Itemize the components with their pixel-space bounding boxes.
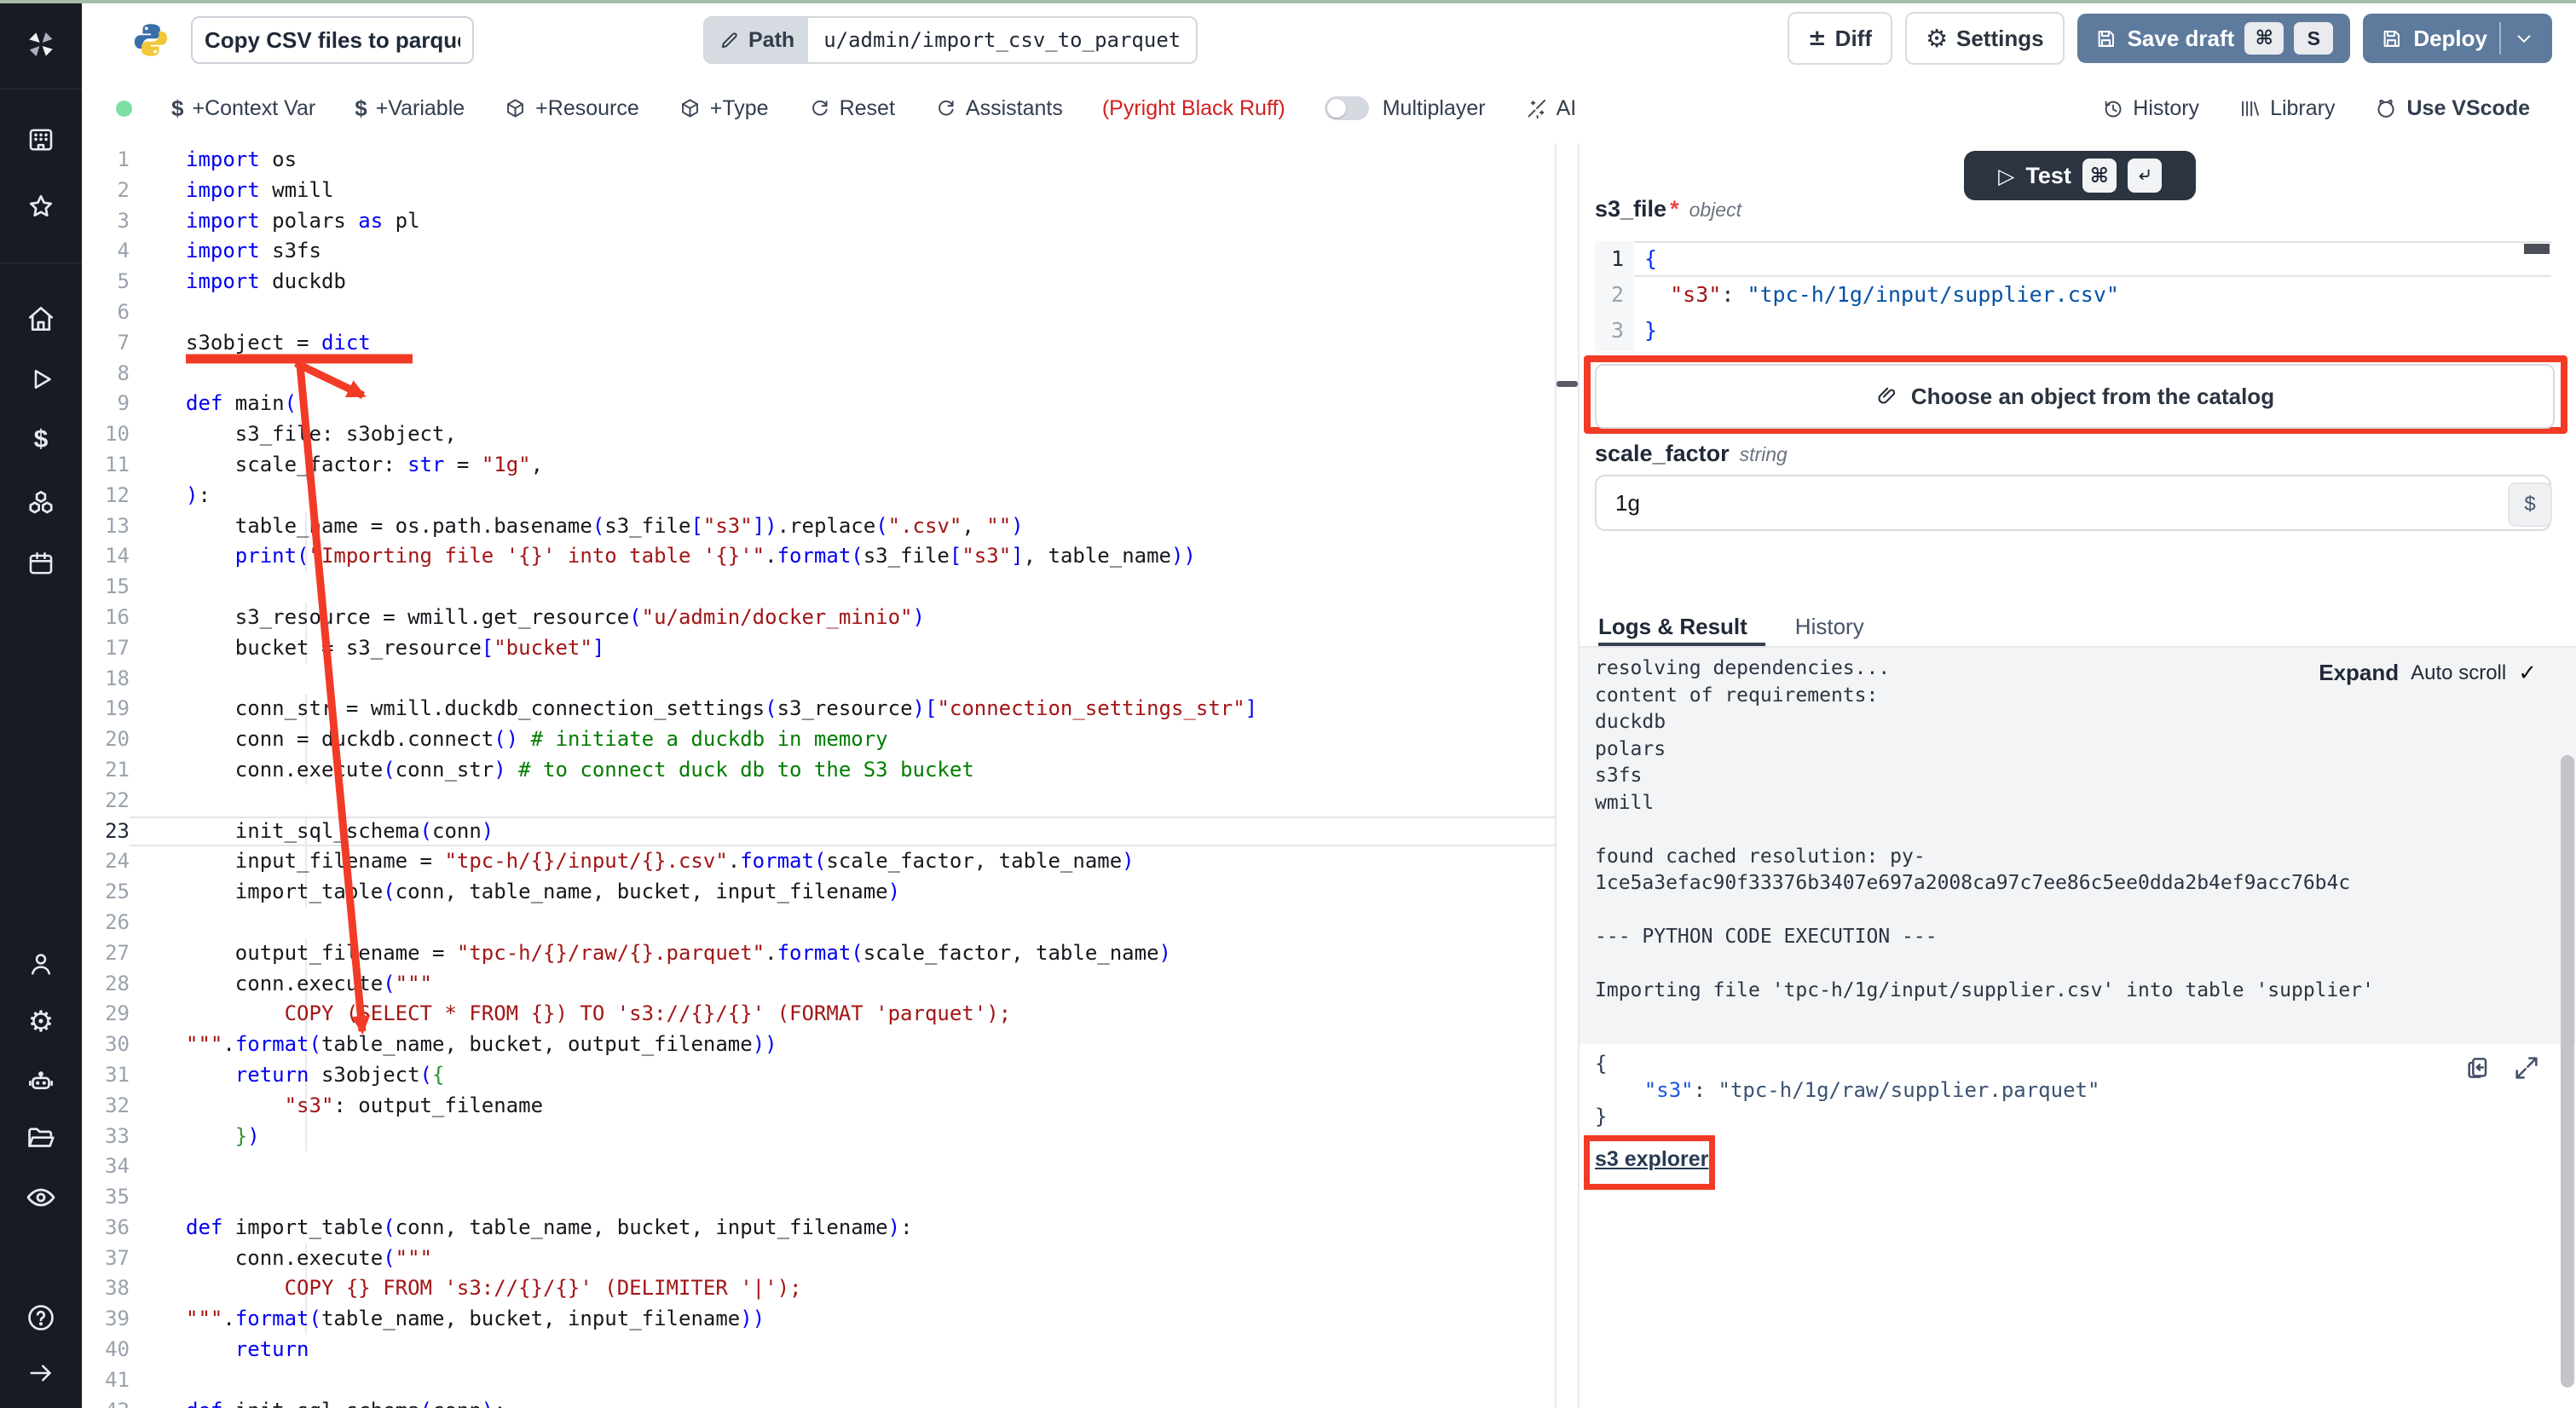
history-clock-icon bbox=[2101, 97, 2124, 120]
reset-button[interactable]: Reset bbox=[808, 96, 895, 121]
cmd-keycap: ⌘ bbox=[2244, 22, 2284, 55]
scale-factor-input[interactable] bbox=[1595, 475, 2551, 531]
expand-button[interactable]: Expand bbox=[2319, 660, 2399, 686]
panel-scrollbar-thumb[interactable] bbox=[2561, 755, 2574, 1388]
choose-object-button[interactable]: Choose an object from the catalog bbox=[1595, 364, 2555, 429]
add-context-var-button[interactable]: $+Context Var bbox=[171, 95, 315, 122]
log-controls: Expand Auto scroll ✓ bbox=[2319, 660, 2537, 686]
tab-history[interactable]: History bbox=[1795, 614, 1864, 640]
windmill-logo-icon[interactable] bbox=[24, 27, 58, 61]
sidebar-item-audit-logs[interactable] bbox=[24, 1180, 58, 1215]
sidebar-item-workers[interactable] bbox=[24, 1064, 58, 1098]
play-icon: ▷ bbox=[1998, 164, 2014, 188]
result-json: { "s3": "tpc-h/1g/raw/supplier.parquet"} bbox=[1595, 1051, 2099, 1130]
result-section: { "s3": "tpc-h/1g/raw/supplier.parquet"} bbox=[1580, 1044, 2576, 1408]
package-icon bbox=[504, 97, 527, 120]
refresh-icon bbox=[934, 97, 957, 120]
test-button[interactable]: ▷ Test ⌘ bbox=[1964, 151, 2196, 200]
wand-icon bbox=[1525, 97, 1548, 120]
code-lines[interactable]: import osimport wmillimport polars as pl… bbox=[186, 145, 1555, 1408]
button-divider bbox=[2499, 22, 2501, 55]
sidebar-item-workspace[interactable] bbox=[24, 123, 58, 157]
panel-divider bbox=[1555, 143, 1580, 1408]
editor-toolbar: $+Context Var $+Variable +Resource +Type… bbox=[82, 75, 2576, 145]
history-button[interactable]: History bbox=[2101, 96, 2199, 121]
multiplayer-toggle-group: Multiplayer bbox=[1325, 96, 1486, 121]
sidebar-item-expand[interactable] bbox=[24, 1356, 58, 1390]
return-icon bbox=[2135, 166, 2154, 185]
enter-keycap bbox=[2128, 159, 2162, 193]
add-variable-button[interactable]: $+Variable bbox=[355, 95, 465, 122]
sidebar-item-settings[interactable]: ⚙ bbox=[24, 1005, 58, 1039]
path-chip[interactable]: Path u/admin/import_csv_to_parquet bbox=[703, 16, 1198, 64]
s3-explorer-link[interactable]: s3 explorer bbox=[1595, 1147, 1708, 1172]
json-input-lines[interactable]: { "s3": "tpc-h/1g/input/supplier.csv"} bbox=[1644, 241, 2551, 349]
chevron-down-icon[interactable] bbox=[2513, 27, 2535, 49]
sidebar-item-variables[interactable]: $ bbox=[24, 423, 58, 457]
insert-variable-badge[interactable]: $ bbox=[2508, 482, 2552, 527]
use-vscode-button[interactable]: Use VScode bbox=[2374, 96, 2530, 121]
settings-button[interactable]: ⚙ Settings bbox=[1905, 12, 2065, 65]
multiplayer-toggle[interactable] bbox=[1325, 96, 1369, 120]
assistants-detail[interactable]: (Pyright Black Ruff) bbox=[1102, 96, 1285, 121]
multiplayer-label: Multiplayer bbox=[1383, 96, 1486, 121]
s-keycap: S bbox=[2294, 22, 2333, 55]
sidebar-item-runs[interactable] bbox=[24, 362, 58, 396]
add-resource-button[interactable]: +Resource bbox=[504, 96, 639, 121]
logs-section: resolving dependencies...content of requ… bbox=[1580, 648, 2576, 1044]
check-icon: ✓ bbox=[2518, 661, 2537, 686]
sidebar-item-resources[interactable] bbox=[24, 486, 58, 520]
sidebar-item-help[interactable] bbox=[24, 1301, 58, 1335]
save-icon bbox=[2380, 27, 2403, 50]
diff-button[interactable]: ± Diff bbox=[1788, 12, 1892, 65]
cmd-keycap: ⌘ bbox=[2082, 159, 2117, 193]
status-dot bbox=[116, 101, 132, 117]
save-draft-button[interactable]: Save draft ⌘ S bbox=[2077, 14, 2351, 63]
sidebar-item-folders[interactable] bbox=[24, 1121, 58, 1155]
pen-icon bbox=[719, 29, 741, 51]
window-top-strip bbox=[0, 0, 2576, 3]
save-icon bbox=[2094, 27, 2117, 50]
path-value: u/admin/import_csv_to_parquet bbox=[808, 18, 1196, 62]
json-editor-scrollbar[interactable] bbox=[2524, 244, 2550, 254]
gear-icon: ⚙ bbox=[1926, 24, 1948, 53]
package-icon bbox=[679, 97, 702, 120]
python-language-icon bbox=[131, 20, 170, 64]
sidebar: $ ⚙ bbox=[0, 0, 82, 1408]
assistants-button[interactable]: Assistants bbox=[934, 96, 1063, 121]
json-line-numbers: 123 bbox=[1595, 241, 1634, 351]
add-type-button[interactable]: +Type bbox=[679, 96, 769, 121]
sidebar-item-home[interactable] bbox=[24, 302, 58, 336]
expand-result-icon[interactable] bbox=[2513, 1054, 2540, 1082]
autoscroll-toggle[interactable]: Auto scroll bbox=[2411, 661, 2506, 685]
sidebar-item-users[interactable] bbox=[24, 947, 58, 981]
sidebar-item-schedules[interactable] bbox=[24, 546, 58, 580]
sidebar-item-favorites[interactable] bbox=[24, 190, 58, 224]
result-tabs: Logs & Result History bbox=[1598, 608, 1864, 646]
library-button[interactable]: Library bbox=[2238, 96, 2335, 121]
log-output: resolving dependencies...content of requ… bbox=[1595, 655, 2374, 1005]
copy-to-clipboard-icon[interactable] bbox=[2463, 1054, 2491, 1082]
top-bar: Path u/admin/import_csv_to_parquet ± Dif… bbox=[82, 3, 2576, 75]
panel-resize-handle[interactable] bbox=[1557, 381, 1578, 387]
s3-file-json-editor[interactable]: 123 { "s3": "tpc-h/1g/input/supplier.csv… bbox=[1595, 241, 2551, 351]
github-icon bbox=[2374, 96, 2398, 120]
ai-button[interactable]: AI bbox=[1525, 96, 1577, 121]
tab-logs-result[interactable]: Logs & Result bbox=[1598, 614, 1747, 640]
arg-scale-factor-label: scale_factor string bbox=[1595, 441, 1788, 467]
code-editor[interactable]: 1234567891011121314151617181920212223242… bbox=[82, 143, 1555, 1408]
windmill-script-editor: $ ⚙ bbox=[0, 0, 2576, 1408]
deploy-button[interactable]: Deploy bbox=[2363, 14, 2552, 63]
refresh-icon bbox=[808, 97, 831, 120]
line-number-gutter: 1234567891011121314151617181920212223242… bbox=[82, 145, 138, 1408]
script-title-input[interactable] bbox=[191, 16, 474, 64]
path-label: Path bbox=[705, 18, 808, 62]
paperclip-icon bbox=[1875, 384, 1899, 408]
run-panel: ▷ Test ⌘ s3_file* object 123 { "s3": "tp… bbox=[1580, 143, 2576, 1408]
diff-icon: ± bbox=[1808, 26, 1827, 51]
library-icon bbox=[2238, 97, 2261, 120]
arg-s3-file-label: s3_file* object bbox=[1595, 196, 1741, 222]
